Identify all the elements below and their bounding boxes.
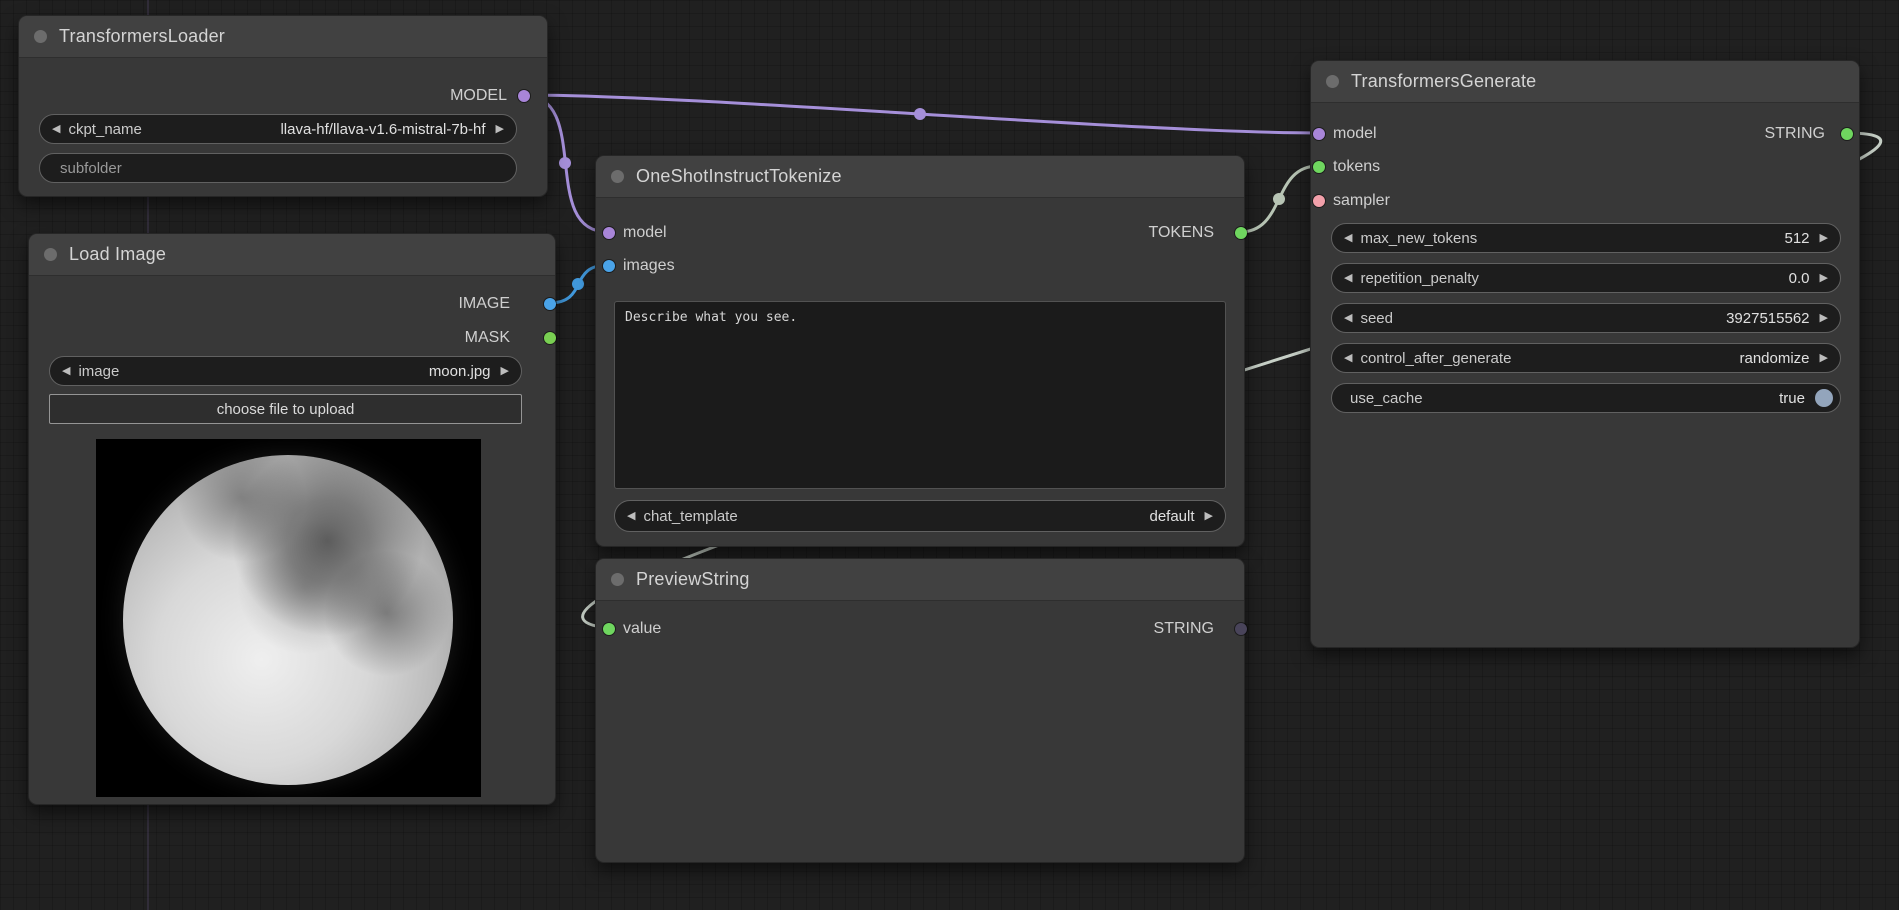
widget-use-cache-toggle[interactable]: use_cache true (1331, 383, 1841, 413)
port-label-model-input: model (623, 223, 667, 243)
node-title: PreviewString (636, 569, 750, 590)
port-label-mask-output: MASK (465, 328, 510, 348)
port-tokens-output[interactable] (1235, 227, 1247, 239)
arrow-left-icon[interactable]: ◀ (1344, 353, 1352, 364)
widget-value: moon.jpg (429, 363, 491, 380)
widget-label: max_new_tokens (1360, 230, 1477, 247)
node-title: OneShotInstructTokenize (636, 166, 842, 187)
arrow-left-icon[interactable]: ◀ (62, 366, 70, 377)
port-label-value-input: value (623, 619, 661, 639)
port-image-output[interactable] (544, 298, 556, 310)
node-status-dot[interactable] (44, 248, 57, 261)
port-label-image-output: IMAGE (458, 294, 510, 314)
widget-label: chat_template (643, 508, 737, 525)
node-title: Load Image (69, 244, 166, 265)
widget-chat-template[interactable]: ◀ chat_template default ▶ (614, 500, 1226, 532)
arrow-right-icon[interactable]: ▶ (1820, 313, 1828, 324)
widget-subfolder-text-input[interactable]: subfolder (39, 153, 517, 183)
node-title: TransformersLoader (59, 26, 225, 47)
widget-label: repetition_penalty (1360, 270, 1478, 287)
toggle-knob-icon[interactable] (1815, 389, 1833, 407)
widget-value: default (1149, 508, 1194, 525)
widget-ckpt-name[interactable]: ◀ ckpt_name llava-hf/llava-v1.6-mistral-… (39, 114, 517, 144)
widget-value: 3927515562 (1726, 310, 1809, 327)
node-title-bar[interactable]: TransformersLoader (19, 16, 547, 58)
arrow-right-icon[interactable]: ▶ (496, 124, 504, 135)
choose-file-to-upload-button[interactable]: choose file to upload (49, 394, 522, 424)
widget-label: use_cache (1350, 390, 1423, 407)
widget-max-new-tokens[interactable]: ◀ max_new_tokens 512 ▶ (1331, 223, 1841, 253)
node-load-image[interactable]: Load Image IMAGE MASK ◀ image moon.jpg ▶… (28, 233, 556, 805)
arrow-left-icon[interactable]: ◀ (1344, 273, 1352, 284)
arrow-left-icon[interactable]: ◀ (1344, 233, 1352, 244)
port-images-input[interactable] (603, 260, 615, 272)
moon-image-preview (123, 455, 453, 785)
widget-label: image (78, 363, 119, 380)
widget-control-after-generate[interactable]: ◀ control_after_generate randomize ▶ (1331, 343, 1841, 373)
arrow-left-icon[interactable]: ◀ (627, 511, 635, 522)
node-title: TransformersGenerate (1351, 71, 1536, 92)
arrow-right-icon[interactable]: ▶ (1820, 273, 1828, 284)
arrow-right-icon[interactable]: ▶ (1205, 511, 1213, 522)
port-label-model-output: MODEL (450, 86, 507, 106)
widget-label: subfolder (60, 160, 122, 177)
widget-label: seed (1360, 310, 1393, 327)
arrow-right-icon[interactable]: ▶ (1820, 353, 1828, 364)
port-sampler-input[interactable] (1313, 195, 1325, 207)
widget-value: 0.0 (1789, 270, 1810, 287)
port-string-output[interactable] (1841, 128, 1853, 140)
node-title-bar[interactable]: PreviewString (596, 559, 1244, 601)
node-title-bar[interactable]: Load Image (29, 234, 555, 276)
wire-midpoint-dot (572, 278, 584, 290)
node-title-bar[interactable]: TransformersGenerate (1311, 61, 1859, 103)
port-model-input[interactable] (603, 227, 615, 239)
widget-seed[interactable]: ◀ seed 3927515562 ▶ (1331, 303, 1841, 333)
port-label-string-output: STRING (1765, 124, 1825, 144)
widget-image-combo[interactable]: ◀ image moon.jpg ▶ (49, 356, 522, 386)
wire-midpoint-dot (1273, 193, 1285, 205)
port-label-tokens-input: tokens (1333, 157, 1380, 177)
node-status-dot[interactable] (611, 170, 624, 183)
widget-value: llava-hf/llava-v1.6-mistral-7b-hf (280, 121, 485, 138)
prompt-textarea[interactable]: Describe what you see. (614, 301, 1226, 489)
arrow-left-icon[interactable]: ◀ (1344, 313, 1352, 324)
node-transformers-generate[interactable]: TransformersGenerate model tokens sample… (1310, 60, 1860, 648)
port-label-tokens-output: TOKENS (1149, 223, 1215, 243)
node-one-shot-instruct-tokenize[interactable]: OneShotInstructTokenize model images TOK… (595, 155, 1245, 547)
widget-value: 512 (1785, 230, 1810, 247)
port-mask-output[interactable] (544, 332, 556, 344)
widget-label: ckpt_name (68, 121, 141, 138)
port-tokens-input[interactable] (1313, 161, 1325, 173)
port-label-sampler-input: sampler (1333, 191, 1390, 211)
arrow-right-icon[interactable]: ▶ (1820, 233, 1828, 244)
port-model-output[interactable] (518, 90, 530, 102)
arrow-left-icon[interactable]: ◀ (52, 124, 60, 135)
port-model-input[interactable] (1313, 128, 1325, 140)
widget-value: randomize (1739, 350, 1809, 367)
image-preview-frame (96, 439, 481, 797)
widget-value: true (1779, 390, 1805, 407)
widget-repetition-penalty[interactable]: ◀ repetition_penalty 0.0 ▶ (1331, 263, 1841, 293)
port-value-input[interactable] (603, 623, 615, 635)
node-status-dot[interactable] (1326, 75, 1339, 88)
node-status-dot[interactable] (611, 573, 624, 586)
wire-midpoint-dot (559, 157, 571, 169)
widget-label: control_after_generate (1360, 350, 1511, 367)
arrow-right-icon[interactable]: ▶ (501, 366, 509, 377)
port-label-images-input: images (623, 256, 675, 276)
node-preview-string[interactable]: PreviewString value STRING (595, 558, 1245, 863)
node-transformers-loader[interactable]: TransformersLoader MODEL ◀ ckpt_name lla… (18, 15, 548, 197)
wire-midpoint-dot (914, 108, 926, 120)
port-string-output[interactable] (1235, 623, 1247, 635)
node-title-bar[interactable]: OneShotInstructTokenize (596, 156, 1244, 198)
port-label-model-input: model (1333, 124, 1377, 144)
node-status-dot[interactable] (34, 30, 47, 43)
port-label-string-output: STRING (1154, 619, 1214, 639)
graph-canvas[interactable]: TransformersLoader MODEL ◀ ckpt_name lla… (0, 0, 1899, 910)
